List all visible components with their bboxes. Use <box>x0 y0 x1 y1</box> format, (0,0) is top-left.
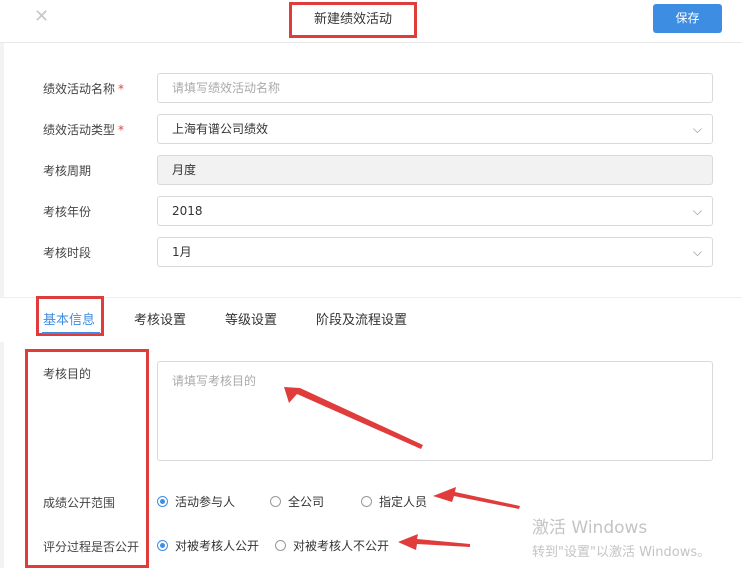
annotation-arrow <box>398 534 470 550</box>
annotation-arrows <box>284 387 520 550</box>
annotation-arrow <box>433 487 520 509</box>
activation-watermark-title: 激活 Windows <box>532 518 648 538</box>
annotation-arrow <box>284 387 423 449</box>
activation-watermark-subtitle: 转到"设置"以激活 Windows。 <box>532 545 711 560</box>
